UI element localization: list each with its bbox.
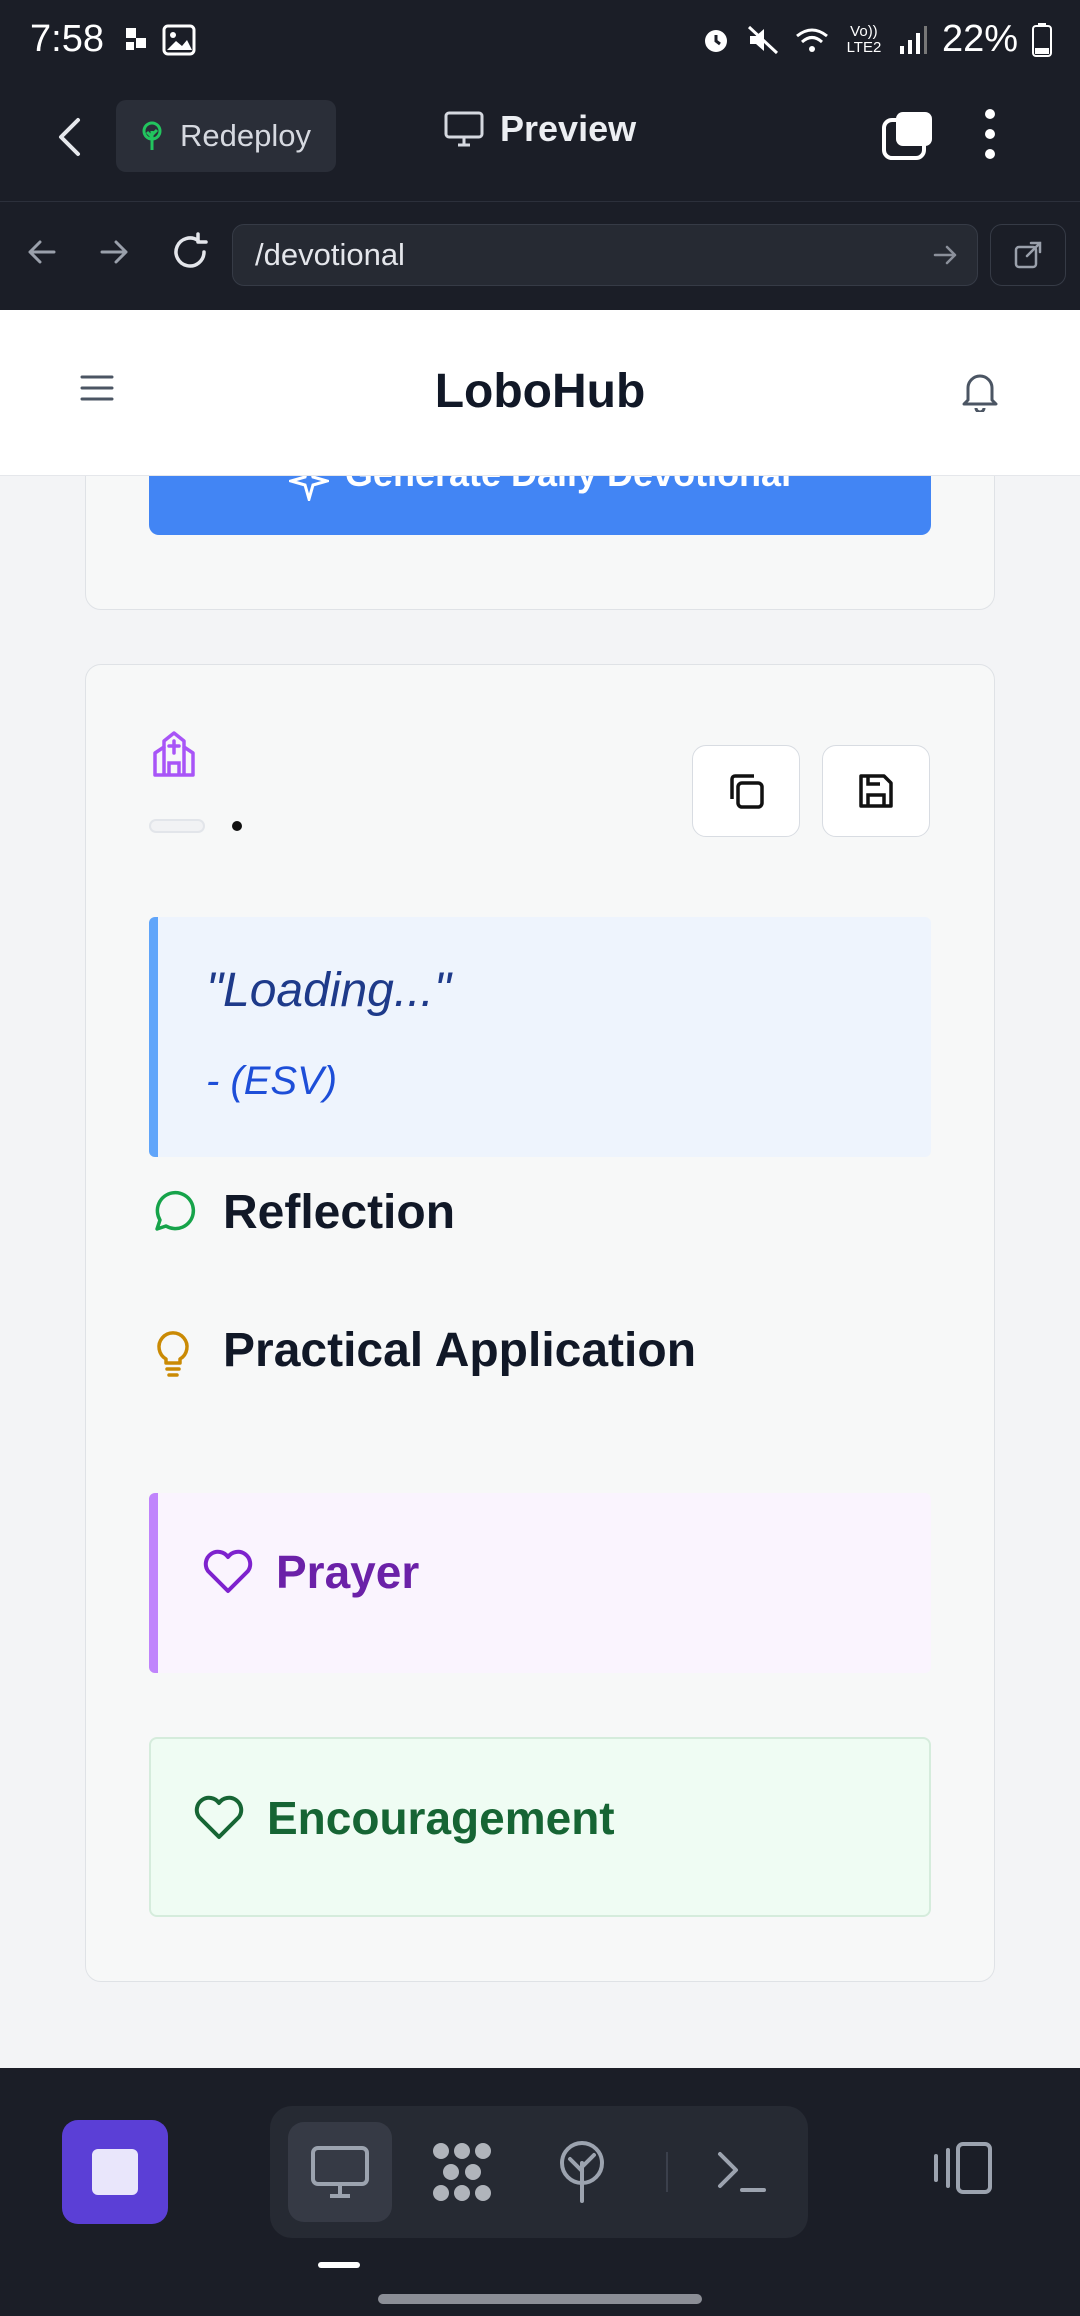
prayer-block: Prayer xyxy=(149,1493,931,1673)
deploy-icon xyxy=(560,2141,604,2203)
verse-block: "Loading..." - (ESV) xyxy=(149,917,931,1157)
terminal-icon xyxy=(718,2152,766,2192)
external-link-icon xyxy=(1014,241,1042,269)
url-path: /devotional xyxy=(255,237,405,272)
save-icon xyxy=(859,774,893,808)
tabs-icon[interactable] xyxy=(880,110,934,160)
stop-button[interactable] xyxy=(62,2120,168,2224)
desktop-icon xyxy=(311,2146,369,2198)
preview-label: Preview xyxy=(500,108,637,149)
nav-forward-icon[interactable] xyxy=(98,236,130,268)
open-external-button[interactable] xyxy=(990,224,1066,286)
heart-icon xyxy=(203,1549,253,1593)
more-options-icon[interactable] xyxy=(984,108,996,160)
redeploy-label: Redeploy xyxy=(180,118,311,153)
home-gesture-bar[interactable] xyxy=(378,2294,702,2304)
church-icon xyxy=(153,731,195,777)
status-bar: 7:58 Vo)) LTE2 22% xyxy=(0,0,1080,80)
save-button[interactable] xyxy=(822,745,930,837)
application-heading: Practical Application xyxy=(149,1323,696,1378)
nodes-icon xyxy=(433,2143,491,2201)
url-bar: /devotional xyxy=(0,202,1080,310)
verse-text: "Loading..." xyxy=(206,964,451,1017)
application-title: Practical Application xyxy=(223,1324,697,1377)
heart-icon xyxy=(194,1795,244,1839)
monitor-icon xyxy=(444,111,484,147)
notification-bell-icon[interactable] xyxy=(960,368,1000,412)
bottom-toolbar xyxy=(0,2068,1080,2316)
stop-icon xyxy=(92,2149,138,2195)
page-viewport: LoboHub Generate Daily Devotional "Loadi… xyxy=(0,310,1080,2068)
mute-icon xyxy=(747,25,778,54)
nodes-view-button[interactable] xyxy=(410,2122,514,2222)
preview-title[interactable]: Preview xyxy=(444,108,636,150)
wifi-icon xyxy=(796,28,828,52)
active-indicator xyxy=(318,2262,360,2268)
status-time: 7:58 xyxy=(30,18,104,60)
devotional-card: "Loading..." - (ESV) Reflection Practica… xyxy=(85,664,995,1982)
deploy-view-button[interactable] xyxy=(530,2122,634,2222)
url-input[interactable]: /devotional xyxy=(232,224,978,286)
toolbar-separator xyxy=(666,2152,668,2192)
copy-icon xyxy=(730,774,764,809)
view-switcher xyxy=(270,2106,808,2238)
signal-icon xyxy=(899,25,927,54)
encouragement-title: Encouragement xyxy=(267,1792,615,1844)
battery-icon xyxy=(1032,22,1052,57)
chat-bubble-icon xyxy=(155,1190,196,1231)
reflection-heading: Reflection xyxy=(149,1185,455,1240)
terminal-view-button[interactable] xyxy=(690,2122,794,2222)
battery-percent: 22% xyxy=(941,18,1018,60)
reload-icon[interactable] xyxy=(170,232,210,272)
redeploy-button[interactable]: Redeploy xyxy=(116,100,336,172)
separator-dot xyxy=(232,821,242,831)
copy-button[interactable] xyxy=(692,745,800,837)
verse-reference: - (ESV) xyxy=(206,1059,338,1103)
lightbulb-icon xyxy=(157,1330,189,1377)
deploy-tree-icon xyxy=(142,121,162,150)
date-placeholder xyxy=(149,819,205,833)
go-arrow-icon[interactable] xyxy=(931,241,959,269)
reflection-title: Reflection xyxy=(223,1186,456,1239)
network-label: Vo)) LTE2 xyxy=(846,22,882,56)
nav-back-icon[interactable] xyxy=(26,236,58,268)
app-bar: Redeploy Preview xyxy=(0,80,1080,202)
alarm-icon xyxy=(704,29,727,52)
notification-icon xyxy=(126,28,146,50)
back-arrow-icon[interactable] xyxy=(56,116,82,158)
site-brand[interactable]: LoboHub xyxy=(0,364,1080,419)
encouragement-block: Encouragement xyxy=(149,1737,931,1917)
prayer-title: Prayer xyxy=(276,1546,420,1598)
gallery-icon xyxy=(162,24,196,56)
desktop-view-button[interactable] xyxy=(288,2122,392,2222)
device-switch-icon[interactable] xyxy=(930,2140,994,2196)
site-header: LoboHub xyxy=(0,310,1080,476)
